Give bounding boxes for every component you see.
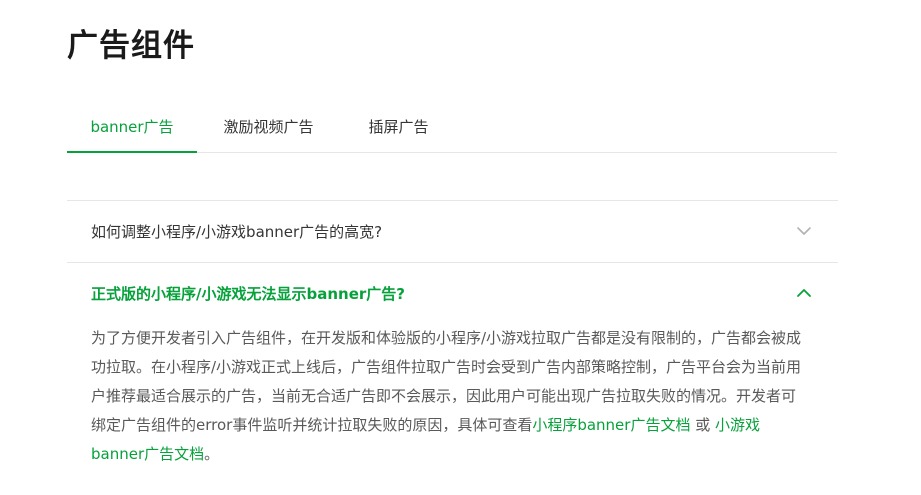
faq-question-toggle[interactable]: 正式版的小程序/小游戏无法显示banner广告?	[67, 263, 838, 324]
faq-question: 如何调整小程序/小游戏banner广告的高宽?	[91, 223, 383, 241]
page-title: 广告组件	[67, 28, 195, 64]
tab-banner[interactable]: banner广告	[67, 104, 197, 153]
faq-item: 如何调整小程序/小游戏banner广告的高宽?	[67, 201, 838, 263]
faq-answer-separator: 或	[690, 416, 715, 434]
tab-bar: banner广告 激励视频广告 插屏广告	[67, 104, 837, 153]
faq-answer: 为了方便开发者引入广告组件，在开发版和体验版的小程序/小游戏拉取广告都是没有限制…	[67, 324, 838, 469]
chevron-down-icon[interactable]	[796, 223, 812, 239]
tab-interstitial[interactable]: 插屏广告	[340, 104, 457, 153]
page: 广告组件 banner广告 激励视频广告 插屏广告 如何调整小程序/小游戏ban…	[0, 0, 921, 495]
tab-rewarded-video[interactable]: 激励视频广告	[197, 104, 340, 153]
faq-answer-end: 。	[204, 445, 220, 463]
faq-item: 正式版的小程序/小游戏无法显示banner广告? 为了方便开发者引入广告组件，在…	[67, 263, 838, 469]
faq-list: 如何调整小程序/小游戏banner广告的高宽? 正式版的小程序/小游戏无法显示b…	[67, 200, 838, 469]
chevron-up-icon[interactable]	[796, 285, 812, 301]
faq-question-toggle[interactable]: 如何调整小程序/小游戏banner广告的高宽?	[67, 201, 838, 262]
faq-question: 正式版的小程序/小游戏无法显示banner广告?	[91, 285, 405, 303]
miniprogram-banner-doc-link[interactable]: 小程序banner广告文档	[532, 416, 690, 434]
